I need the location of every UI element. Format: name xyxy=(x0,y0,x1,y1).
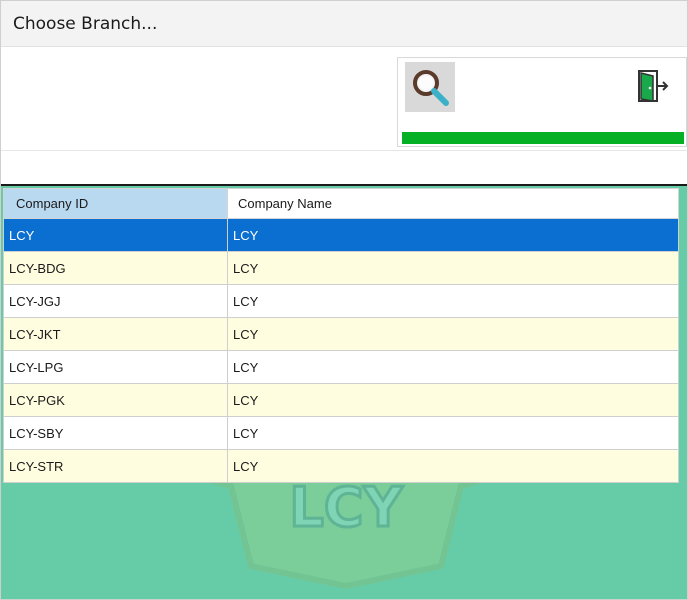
grid-area: LCY Company ID Company Name LCY LCY LCY-… xyxy=(1,186,687,599)
table-row[interactable]: LCY-STR LCY xyxy=(3,449,679,483)
cell-company-id: LCY-STR xyxy=(3,449,228,483)
cell-company-name: LCY xyxy=(227,416,679,450)
table-row[interactable]: LCY-JGJ LCY xyxy=(3,284,679,318)
search-button[interactable] xyxy=(405,62,455,112)
cell-company-name: LCY xyxy=(227,449,679,483)
cell-company-id: LCY xyxy=(3,218,228,252)
table-row[interactable]: LCY LCY xyxy=(3,218,679,252)
grid-header-row: Company ID Company Name xyxy=(3,188,679,219)
table-row[interactable]: LCY-LPG LCY xyxy=(3,350,679,384)
cell-company-name: LCY xyxy=(227,383,679,417)
branch-grid: Company ID Company Name LCY LCY LCY-BDG … xyxy=(3,188,679,483)
exit-door-icon xyxy=(638,70,669,102)
cell-company-id: LCY-BDG xyxy=(3,251,228,285)
cell-company-id: LCY-PGK xyxy=(3,383,228,417)
cell-company-name: LCY xyxy=(227,317,679,351)
toolbar-area xyxy=(1,47,687,151)
table-row[interactable]: LCY-BDG LCY xyxy=(3,251,679,285)
title-bar: Choose Branch... xyxy=(1,1,687,47)
cell-company-name: LCY xyxy=(227,284,679,318)
cell-company-id: LCY-SBY xyxy=(3,416,228,450)
filter-strip xyxy=(1,151,687,186)
table-row[interactable]: LCY-PGK LCY xyxy=(3,383,679,417)
table-row[interactable]: LCY-JKT LCY xyxy=(3,317,679,351)
cell-company-id: LCY-LPG xyxy=(3,350,228,384)
cell-company-name: LCY xyxy=(227,218,679,252)
svg-text:LCY: LCY xyxy=(289,476,403,539)
column-header-company-id[interactable]: Company ID xyxy=(3,188,228,219)
cell-company-name: LCY xyxy=(227,251,679,285)
progress-fill xyxy=(402,132,684,144)
window-title: Choose Branch... xyxy=(13,13,158,34)
table-row[interactable]: LCY-SBY LCY xyxy=(3,416,679,450)
cell-company-id: LCY-JKT xyxy=(3,317,228,351)
cell-company-name: LCY xyxy=(227,350,679,384)
choose-branch-dialog: Choose Branch... LCY Company ID Company … xyxy=(0,0,688,600)
column-header-company-name[interactable]: Company Name xyxy=(227,188,679,219)
progress-bar xyxy=(402,132,684,144)
exit-button[interactable] xyxy=(635,68,671,104)
toolbar-panel xyxy=(397,57,687,147)
cell-company-id: LCY-JGJ xyxy=(3,284,228,318)
magnifier-icon xyxy=(413,70,449,106)
